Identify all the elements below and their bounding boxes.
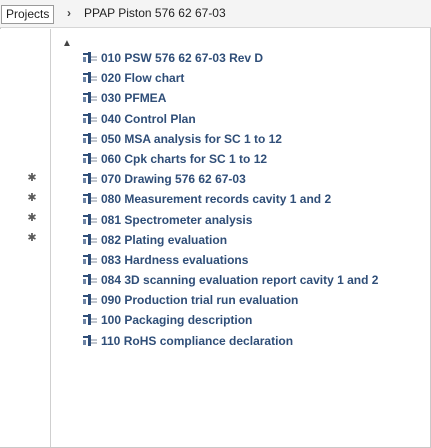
document-icon xyxy=(83,271,97,286)
pin-icon[interactable]: ✱ xyxy=(26,211,38,225)
document-icon xyxy=(83,69,97,84)
list-item[interactable]: 080 Measurement records cavity 1 and 2 xyxy=(83,189,428,209)
breadcrumb: Projects › PPAP Piston 576 62 67-03 xyxy=(0,0,431,28)
document-icon xyxy=(83,49,97,63)
document-icon xyxy=(83,150,97,164)
document-icon xyxy=(83,190,97,205)
pin-icon[interactable]: ✱ xyxy=(26,171,38,185)
pin-icon[interactable]: ✱ xyxy=(26,191,38,205)
list-item-label: 084 3D scanning evaluation report cavity… xyxy=(101,273,379,288)
list-item[interactable]: 040 Control Plan xyxy=(83,109,428,129)
list-item-label: 050 MSA analysis for SC 1 to 12 xyxy=(101,131,282,146)
list-item-label: 010 PSW 576 62 67-03 Rev D xyxy=(101,51,264,65)
list-item[interactable]: 020 Flow chart xyxy=(83,68,428,88)
document-icon xyxy=(83,291,97,306)
document-icon xyxy=(83,130,97,144)
list-item[interactable]: 060 Cpk charts for SC 1 to 12 xyxy=(83,149,428,169)
list-item-label: 020 Flow chart xyxy=(101,71,185,86)
list-item-label: 082 Plating evaluation xyxy=(101,232,228,247)
list-item[interactable]: 100 Packaging description xyxy=(83,310,428,330)
document-icon xyxy=(83,231,97,245)
list-item[interactable]: 050 MSA analysis for SC 1 to 12 xyxy=(83,129,428,149)
list-item-label: 080 Measurement records cavity 1 and 2 xyxy=(101,192,332,207)
list-item[interactable]: 084 3D scanning evaluation report cavity… xyxy=(83,270,428,290)
list-item-label: 081 Spectrometer analysis xyxy=(101,212,253,227)
list-item[interactable]: 030 PFMEA xyxy=(83,88,428,108)
document-icon xyxy=(83,332,97,346)
pin-icon[interactable]: ✱ xyxy=(26,231,38,245)
list-item[interactable]: 081 Spectrometer analysis xyxy=(83,210,428,230)
list-item-label: 110 RoHS compliance declaration xyxy=(101,333,294,348)
list-item[interactable]: 110 RoHS compliance declaration xyxy=(83,331,428,351)
list-item[interactable]: 082 Plating evaluation xyxy=(83,230,428,250)
document-icon xyxy=(83,110,97,124)
list-item[interactable]: 010 PSW 576 62 67-03 Rev D xyxy=(83,48,428,68)
breadcrumb-separator: › xyxy=(67,6,71,20)
document-icon xyxy=(83,89,97,104)
document-icon xyxy=(83,311,97,326)
list-item[interactable]: 090 Production trial run evaluation xyxy=(83,290,428,310)
list-item-label: 040 Control Plan xyxy=(101,111,196,126)
document-icon xyxy=(83,170,97,185)
list-item-label: 083 Hardness evaluations xyxy=(101,252,249,267)
breadcrumb-projects-link[interactable]: Projects xyxy=(1,5,55,24)
list-item-label: 090 Production trial run evaluation xyxy=(101,293,299,308)
pin-strip: ✱ ✱ ✱ ✱ xyxy=(0,29,51,447)
list-item[interactable]: 070 Drawing 576 62 67-03 xyxy=(83,169,428,189)
document-icon xyxy=(83,211,97,225)
list-item[interactable]: 083 Hardness evaluations xyxy=(83,250,428,270)
document-icon xyxy=(83,251,97,265)
list-item-label: 070 Drawing 576 62 67-03 xyxy=(101,172,246,187)
document-list: 010 PSW 576 62 67-03 Rev D 020 Flow chart… xyxy=(83,48,428,351)
list-item-label: 030 PFMEA xyxy=(101,91,167,106)
list-item-label: 100 Packaging description xyxy=(101,313,253,328)
list-item-label: 060 Cpk charts for SC 1 to 12 xyxy=(101,151,268,166)
breadcrumb-current: PPAP Piston 576 62 67-03 xyxy=(84,6,226,20)
chevron-up-icon[interactable]: ▲ xyxy=(60,38,74,50)
